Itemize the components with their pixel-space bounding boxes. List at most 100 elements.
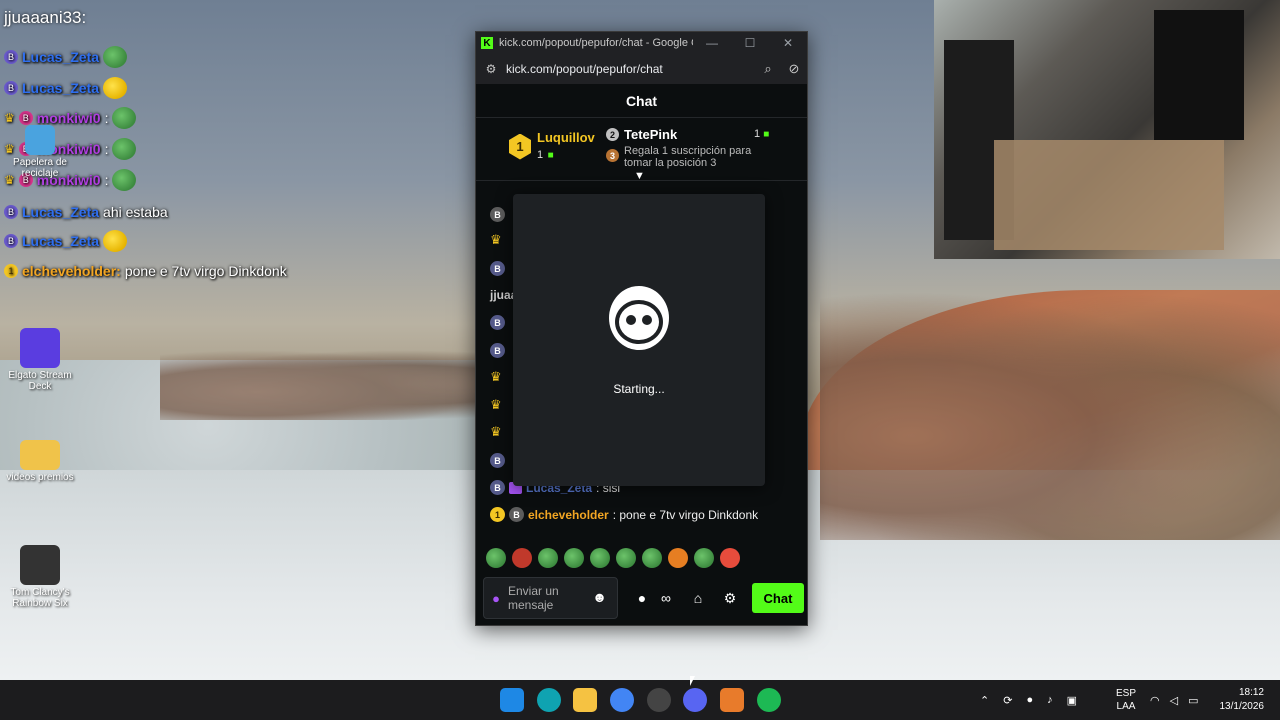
gifter-coin-icon: 1	[490, 507, 505, 522]
emote-button[interactable]	[642, 548, 662, 568]
emote-button[interactable]	[616, 548, 636, 568]
fl-studio-icon[interactable]	[720, 688, 744, 712]
close-button[interactable]: ✕	[769, 36, 807, 50]
sync-icon[interactable]: ⟳	[1003, 694, 1012, 707]
battery-icon[interactable]: ▭	[1188, 694, 1198, 707]
emote-button[interactable]	[590, 548, 610, 568]
smile-emote-icon	[103, 77, 128, 99]
clock[interactable]: 18:12 13/1/2026	[1220, 686, 1265, 714]
discord-icon[interactable]	[683, 688, 707, 712]
edge-icon[interactable]	[537, 688, 561, 712]
badge-icon: B	[490, 480, 505, 495]
infinity-icon[interactable]: ∞	[654, 590, 678, 606]
chat-message[interactable]: B	[490, 453, 505, 468]
minimize-button[interactable]: —	[693, 36, 731, 50]
overlay-badge-icon: B	[4, 205, 18, 219]
site-info-icon[interactable]: ⚙	[476, 62, 506, 76]
desktop-icon-videos-premios[interactable]: videos premios	[0, 440, 80, 483]
clipboard-icon[interactable]: ▣	[1067, 694, 1077, 707]
url-text[interactable]: kick.com/popout/pepufor/chat	[506, 62, 755, 76]
maximize-button[interactable]: ☐	[731, 36, 769, 50]
emote-button[interactable]	[486, 548, 506, 568]
obs-icon[interactable]	[647, 688, 671, 712]
overlay-text: :	[104, 172, 109, 188]
desktop-icon-stream-deck[interactable]: Elgato Stream Deck	[0, 328, 80, 392]
taskbar: ⌃ ⟳ ● ♪ ▣ ESP LAA ◠ ◁ ▭ 18:12 13/1/2026	[0, 680, 1280, 720]
webcam-desk	[994, 140, 1224, 250]
chat-message[interactable]: ♛	[490, 398, 506, 412]
chat-message[interactable]: 1 B elcheveholder: pone e 7tv virgo Dink…	[490, 507, 758, 522]
emote-button[interactable]	[512, 548, 532, 568]
leader-name: Luquillov	[537, 130, 595, 145]
app-tray-icon[interactable]: ●	[1026, 694, 1033, 706]
spotify-icon[interactable]	[757, 688, 781, 712]
overlay-user: Lucas_Zeta	[22, 204, 100, 220]
microphone-icon[interactable]: ●	[484, 591, 508, 606]
overlay-text: :	[104, 110, 109, 126]
send-chat-button[interactable]: Chat	[752, 583, 804, 613]
overlay-line: B Lucas_Zeta	[4, 75, 128, 101]
microphone-tray-icon[interactable]: ♪	[1047, 694, 1053, 706]
windows-start-icon[interactable]	[500, 688, 524, 712]
crown-icon: ♛	[4, 111, 15, 125]
chat-message[interactable]: ♛	[490, 370, 506, 384]
webcam-feed	[934, 0, 1280, 259]
leaderboard-first[interactable]: 1 Luquillov 1 ■	[509, 130, 595, 163]
volume-icon[interactable]: ◁	[1170, 694, 1178, 707]
layout-code: LAA	[1116, 701, 1136, 712]
wallpaper-trees	[160, 350, 480, 420]
chat-message[interactable]: ♛	[490, 233, 506, 247]
settings-gear-icon[interactable]: ⚙	[718, 590, 742, 607]
emote-button[interactable]	[694, 548, 714, 568]
address-bar[interactable]: ⚙ kick.com/popout/pepufor/chat ⌕ ⊘	[476, 54, 807, 84]
chat-username[interactable]: elcheveholder	[528, 508, 609, 522]
chevron-up-icon[interactable]: ⌃	[980, 694, 989, 707]
desktop-icon-rainbow-six[interactable]: Tom Clancy's Rainbow Six	[0, 545, 80, 609]
badge-icon: B	[490, 315, 505, 330]
crown-icon: ♛	[490, 424, 502, 439]
leader-count: 1	[754, 128, 761, 140]
rank-three-badge-icon: 3	[606, 149, 619, 162]
leaderboard-second[interactable]: 2 TetePink 1 ■ 3 Regala 1 suscripción pa…	[606, 127, 774, 169]
smile-emote-icon	[103, 230, 128, 252]
chat-message[interactable]: B	[490, 315, 505, 330]
overlay-user: Lucas_Zeta	[22, 80, 100, 96]
eye-off-icon[interactable]: ⊘	[781, 61, 807, 77]
gift-leaderboard: 1 Luquillov 1 ■ 2 TetePink 1 ■ 3 Regala …	[476, 118, 807, 182]
chat-message[interactable]: ♛	[490, 425, 506, 439]
emoji-picker-icon[interactable]: ☻	[592, 589, 607, 605]
window-title: kick.com/popout/pepufor/chat - Google C.…	[499, 37, 693, 49]
chat-message[interactable]: B	[490, 207, 505, 222]
emote-button[interactable]	[720, 548, 740, 568]
chrome-icon[interactable]	[610, 688, 634, 712]
overlay-line: B Lucas_Zeta	[4, 44, 128, 70]
chat-input[interactable]: ● Enviar un mensaje ☻	[483, 577, 618, 619]
system-tray: ⌃ ⟳ ● ♪ ▣	[980, 680, 1077, 720]
desktop-icon-recycle-bin[interactable]: Papelera de reciclaje	[0, 125, 80, 179]
pepe-emote-icon	[103, 46, 128, 68]
leader-count: 1	[537, 149, 544, 161]
store-icon[interactable]: ⌂	[686, 590, 710, 606]
zoom-icon[interactable]: ⌕	[755, 61, 781, 77]
file-explorer-icon[interactable]	[573, 688, 597, 712]
language-indicator[interactable]: ESP LAA	[1116, 680, 1136, 720]
chat-text: : pone e 7tv virgo Dinkdonk	[612, 507, 759, 522]
overlay-badge-icon: B	[4, 50, 18, 64]
chat-input-row: ● Enviar un mensaje ☻ ● ∞ ⌂ ⚙ Chat	[476, 575, 807, 621]
rainbow-six-icon	[20, 545, 60, 585]
emote-button[interactable]	[564, 548, 584, 568]
crown-icon: ♛	[490, 232, 502, 247]
emote-button[interactable]	[668, 548, 688, 568]
badge-icon: B	[490, 343, 505, 358]
wallpaper-trees-right	[820, 280, 1280, 540]
window-titlebar[interactable]: K kick.com/popout/pepufor/chat - Google …	[476, 32, 807, 54]
emote-button[interactable]	[538, 548, 558, 568]
chat-message[interactable]: B	[490, 261, 505, 276]
chat-message[interactable]: B	[490, 343, 505, 358]
status-icons: ◠ ◁ ▭	[1150, 680, 1198, 720]
wifi-icon[interactable]: ◠	[1150, 694, 1160, 707]
points-icon[interactable]: ●	[630, 590, 654, 606]
overlay-badge-icon: B	[4, 234, 18, 248]
crown-icon: ♛	[490, 369, 502, 384]
folder-icon	[20, 440, 60, 470]
